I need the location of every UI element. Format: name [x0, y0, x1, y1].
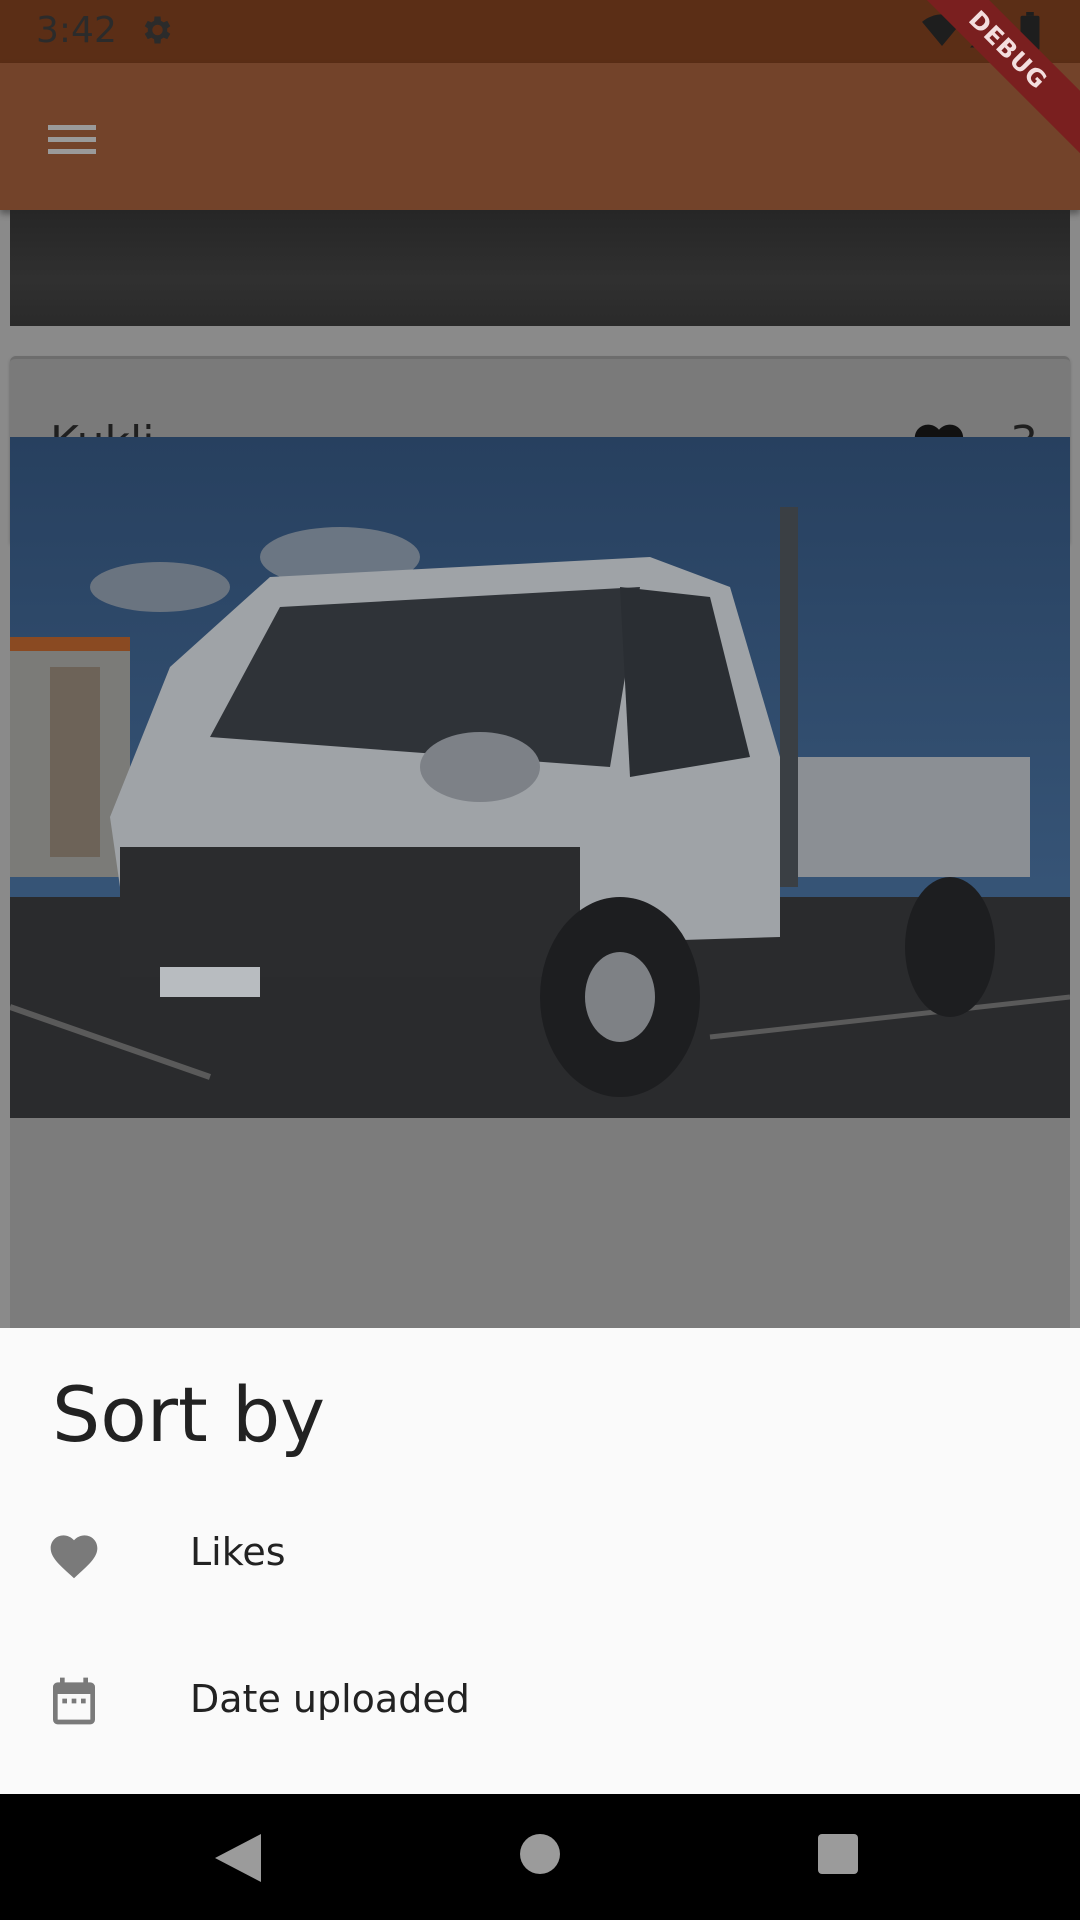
status-time: 3:42 — [36, 10, 117, 51]
post-image-truck[interactable] — [10, 437, 1070, 1118]
home-icon[interactable] — [520, 1834, 560, 1874]
hamburger-menu-icon[interactable] — [38, 105, 108, 175]
back-icon[interactable] — [215, 1834, 261, 1882]
sort-option-label: Date uploaded — [190, 1677, 470, 1721]
sheet-title: Sort by — [52, 1370, 326, 1459]
gear-icon — [144, 16, 171, 44]
sort-option-likes[interactable]: Likes — [0, 1488, 1080, 1628]
sort-bottom-sheet: Sort by Likes Date uploaded — [0, 1328, 1080, 1794]
sort-option-label: Likes — [190, 1530, 286, 1574]
heart-icon — [50, 1535, 98, 1579]
calendar-icon — [53, 1677, 95, 1725]
system-nav-bar — [0, 1794, 1080, 1920]
post-image-partial[interactable] — [10, 210, 1070, 326]
app-bar — [0, 63, 1080, 210]
status-bar: 3:42 — [0, 0, 1080, 63]
recents-icon[interactable] — [818, 1834, 858, 1874]
sort-option-date-uploaded[interactable]: Date uploaded — [0, 1635, 1080, 1775]
